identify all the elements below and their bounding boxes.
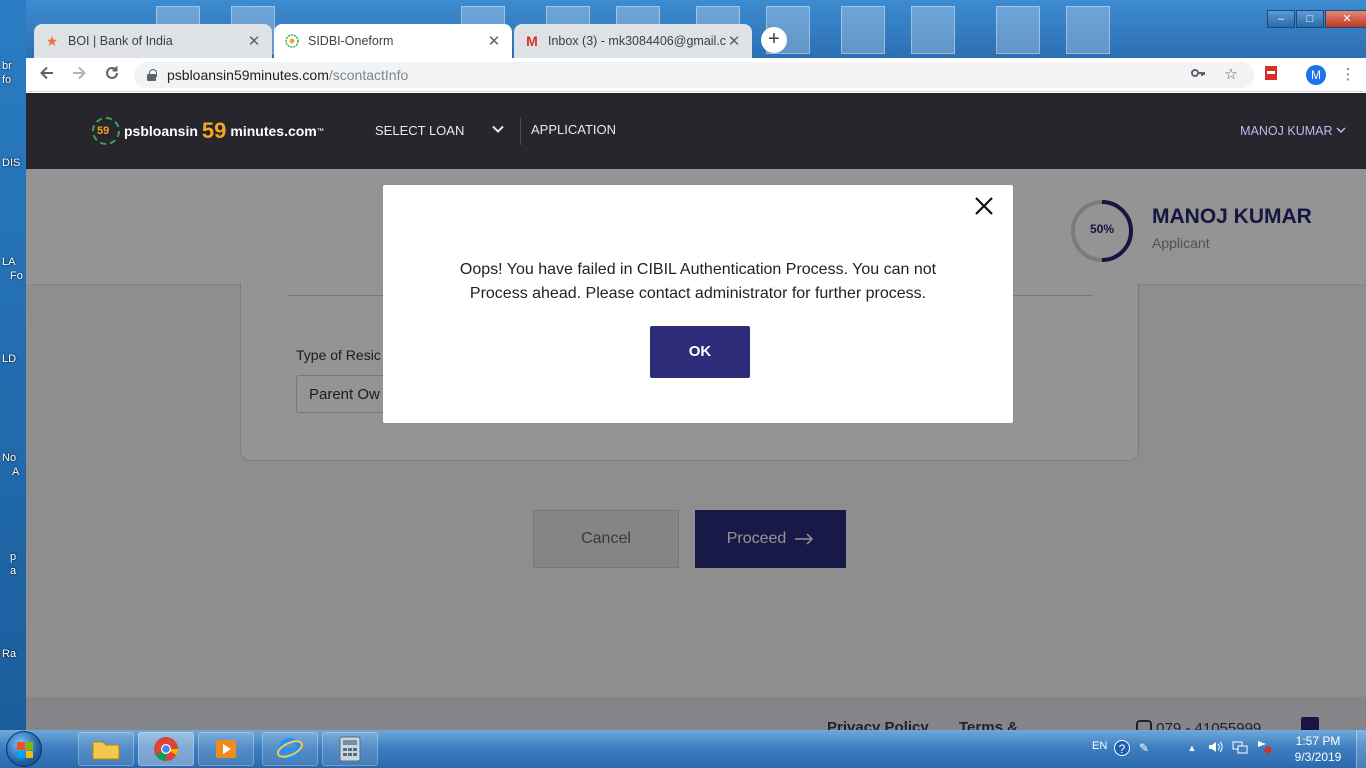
tab-sidbi-oneform[interactable]: SIDBI-Oneform ✕ <box>274 24 512 58</box>
user-menu-name: MANOJ KUMAR <box>1240 124 1333 138</box>
start-button[interactable] <box>6 731 42 767</box>
forward-button[interactable] <box>68 64 90 86</box>
maximize-button[interactable]: □ <box>1296 10 1324 28</box>
tray-pen-icon[interactable]: ✎ <box>1136 740 1152 756</box>
reload-button[interactable] <box>101 64 123 86</box>
system-clock[interactable]: 1:57 PM 9/3/2019 <box>1288 733 1348 765</box>
browser-toolbar: psbloansin59minutes.com/scontactInfo ☆ M… <box>26 58 1366 92</box>
taskbar-explorer[interactable] <box>78 732 134 766</box>
clock-time: 1:57 PM <box>1295 734 1341 748</box>
close-icon[interactable]: ✕ <box>486 32 502 50</box>
calculator-icon <box>339 736 361 762</box>
taskbar-chrome[interactable] <box>138 732 194 766</box>
menu-kebab-icon[interactable]: ⋮ <box>1338 65 1358 85</box>
key-icon[interactable] <box>1188 65 1208 85</box>
gmail-icon: M <box>526 33 538 49</box>
desktop-icon-behind <box>1066 6 1110 54</box>
logo-trademark: ™ <box>316 127 324 135</box>
star-icon: ★ <box>45 32 59 49</box>
url-path: /scontactInfo <box>328 67 409 83</box>
desktop-background: br fo DIS LA Fo LD No A p a Ra <box>0 0 26 730</box>
tab-title: Inbox (3) - mk3084406@gmail.co <box>548 34 726 48</box>
error-dialog: Oops! You have failed in CIBIL Authentic… <box>383 185 1013 423</box>
browser-window: ★ BOI | Bank of India ✕ SIDBI-Oneform ✕ … <box>26 0 1366 730</box>
psb-logo-icon <box>284 33 300 49</box>
tab-gmail-inbox[interactable]: M Inbox (3) - mk3084406@gmail.co ✕ <box>514 24 752 58</box>
internet-explorer-icon <box>276 738 304 760</box>
close-icon[interactable]: ✕ <box>246 32 262 50</box>
desktop-icon-label[interactable]: fo <box>2 74 26 86</box>
tab-title: BOI | Bank of India <box>68 34 173 48</box>
browser-tab-strip: ★ BOI | Bank of India ✕ SIDBI-Oneform ✕ … <box>26 0 1366 58</box>
desktop-icon-behind <box>841 6 885 54</box>
desktop-icon-behind <box>911 6 955 54</box>
desktop-icon-label[interactable]: DIS <box>2 157 26 169</box>
desktop-icon-label[interactable]: LA <box>2 256 26 268</box>
clock-date: 9/3/2019 <box>1294 750 1342 764</box>
folder-icon <box>92 741 120 760</box>
site-logo[interactable]: 59 psbloansin 59 minutes.com ™ <box>92 115 324 147</box>
desktop-icon-behind <box>996 6 1040 54</box>
site-header: 59 psbloansin 59 minutes.com ™ SELECT LO… <box>26 93 1366 169</box>
taskbar-internet-explorer[interactable] <box>262 732 318 766</box>
action-center-icon[interactable] <box>1256 740 1272 756</box>
nav-divider <box>520 117 521 145</box>
logo-text-part2: minutes.com <box>230 123 317 139</box>
lock-icon <box>146 69 157 81</box>
dialog-message: Oops! You have failed in CIBIL Authentic… <box>459 261 937 302</box>
profile-avatar[interactable]: M <box>1306 65 1326 85</box>
taskbar-media-player[interactable] <box>198 732 254 766</box>
pdf-extension-icon[interactable] <box>1261 65 1281 85</box>
desktop-icon-label[interactable]: Ra <box>2 648 26 660</box>
back-button[interactable] <box>36 64 58 86</box>
new-tab-button[interactable]: + <box>761 27 787 53</box>
windows-logo-icon <box>17 742 33 758</box>
taskbar-calculator[interactable] <box>322 732 378 766</box>
tab-boi[interactable]: ★ BOI | Bank of India ✕ <box>34 24 272 58</box>
nav-application[interactable]: APPLICATION <box>531 122 616 137</box>
window-controls: – □ ✕ <box>1266 10 1366 28</box>
chevron-down-icon <box>1336 127 1346 134</box>
show-desktop-button[interactable] <box>1356 730 1366 768</box>
help-icon[interactable]: ? <box>1114 740 1130 756</box>
logo-text-part1: psbloansin <box>124 123 198 139</box>
close-window-button[interactable]: ✕ <box>1325 10 1366 28</box>
url-host: psbloansin59minutes.com <box>167 67 329 83</box>
minimize-button[interactable]: – <box>1267 10 1295 28</box>
bookmark-star-icon[interactable]: ☆ <box>1221 65 1241 85</box>
logo-text-number: 59 <box>201 118 227 143</box>
nav-select-loan[interactable]: SELECT LOAN <box>375 123 464 138</box>
network-icon[interactable] <box>1232 740 1248 756</box>
language-indicator[interactable]: EN <box>1092 740 1107 752</box>
close-icon[interactable] <box>973 195 995 217</box>
tab-title: SIDBI-Oneform <box>308 34 394 48</box>
desktop-icon-label[interactable]: No <box>2 452 26 464</box>
user-menu[interactable]: MANOJ KUMAR <box>1240 124 1346 138</box>
address-bar[interactable]: psbloansin59minutes.com/scontactInfo <box>134 62 1254 88</box>
media-player-icon <box>216 740 236 758</box>
ok-button[interactable]: OK <box>650 326 750 378</box>
show-hidden-icons-arrow[interactable]: ▲ <box>1184 740 1200 756</box>
windows-taskbar: EN ? ✎ ▲ 1:57 PM 9/3/2019 <box>0 730 1366 768</box>
close-icon[interactable]: ✕ <box>726 32 742 50</box>
logo-badge-icon: 59 <box>92 115 120 147</box>
web-page: 59 psbloansin 59 minutes.com ™ SELECT LO… <box>26 93 1366 730</box>
volume-icon[interactable] <box>1208 740 1224 756</box>
chrome-icon <box>154 737 178 761</box>
chevron-down-icon[interactable] <box>492 123 504 135</box>
desktop-icon-label[interactable]: br <box>2 60 26 72</box>
desktop-icon-label[interactable]: LD <box>2 353 26 365</box>
